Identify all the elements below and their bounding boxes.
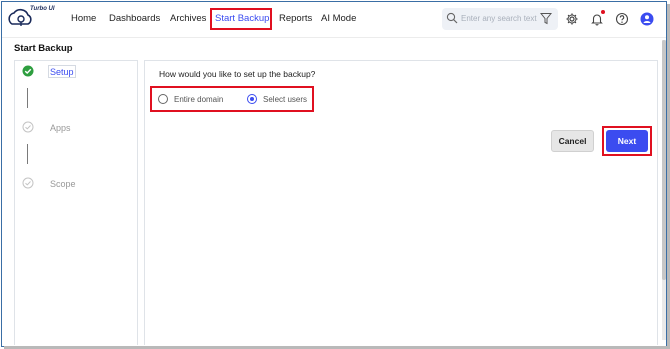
scrollbar-thumb[interactable] [662, 40, 666, 280]
nav-home[interactable]: Home [71, 13, 96, 24]
cancel-button[interactable]: Cancel [551, 130, 594, 152]
stepper-panel [14, 60, 138, 345]
step-connector [27, 88, 28, 108]
radio-entire-domain-label[interactable]: Entire domain [174, 95, 223, 104]
settings-icon[interactable] [565, 12, 579, 26]
step-apps[interactable]: Apps [50, 123, 71, 133]
check-circle-icon [22, 65, 34, 77]
search-bar[interactable]: Enter any search text [442, 8, 558, 30]
nav-reports[interactable]: Reports [279, 13, 312, 24]
backup-question: How would you like to set up the backup? [159, 69, 316, 79]
page-title: Start Backup [14, 43, 73, 54]
logo-text: Turbo UI [30, 6, 55, 12]
nav-dashboards[interactable]: Dashboards [109, 13, 160, 24]
highlight-box [210, 8, 272, 30]
notification-dot [601, 10, 605, 14]
next-button[interactable]: Next [606, 130, 648, 152]
filter-icon[interactable] [540, 12, 552, 25]
check-circle-outline-icon [22, 177, 34, 189]
check-circle-outline-icon [22, 121, 34, 133]
step-scope[interactable]: Scope [50, 179, 76, 189]
step-connector [27, 144, 28, 164]
search-icon [446, 12, 458, 24]
bell-icon[interactable] [590, 12, 604, 26]
search-input[interactable]: Enter any search text [461, 14, 537, 23]
help-icon[interactable] [615, 12, 629, 26]
nav-archives[interactable]: Archives [170, 13, 206, 24]
user-avatar-icon[interactable] [640, 12, 654, 26]
radio-select-users[interactable] [247, 94, 257, 104]
step-setup[interactable]: Setup [50, 67, 74, 77]
nav-ai-mode[interactable]: AI Mode [321, 13, 356, 24]
radio-entire-domain[interactable] [158, 94, 168, 104]
radio-select-users-label[interactable]: Select users [263, 95, 307, 104]
